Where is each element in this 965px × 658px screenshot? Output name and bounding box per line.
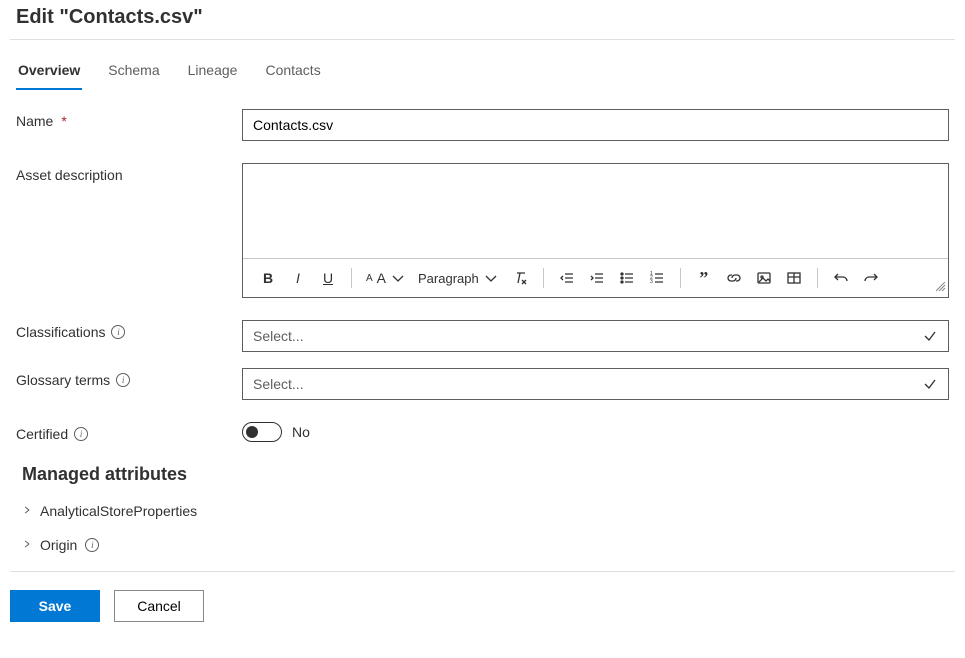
font-size-button[interactable]: AA [360, 263, 412, 293]
required-mark: * [61, 113, 66, 129]
paragraph-style-button[interactable]: Paragraph [412, 263, 505, 293]
info-icon[interactable]: i [85, 538, 99, 552]
classifications-select[interactable]: Select... [242, 320, 949, 352]
chevron-right-icon [22, 504, 32, 518]
glossary-select[interactable]: Select... [242, 368, 949, 400]
tab-overview[interactable]: Overview [16, 56, 82, 90]
underline-button[interactable]: U [313, 263, 343, 293]
toggle-knob [246, 426, 258, 438]
footer-actions: Save Cancel [10, 571, 955, 630]
quote-button[interactable]: ” [689, 263, 719, 293]
italic-button[interactable]: I [283, 263, 313, 293]
tab-bar: Overview Schema Lineage Contacts [10, 40, 955, 91]
select-placeholder: Select... [253, 328, 304, 344]
checkmark-icon [922, 376, 938, 392]
tab-contacts[interactable]: Contacts [263, 56, 322, 90]
image-icon [756, 270, 772, 286]
chevron-right-icon [22, 538, 32, 552]
description-label: Asset description [16, 163, 242, 183]
indent-button[interactable] [582, 263, 612, 293]
outdent-icon [559, 270, 575, 286]
resize-icon [936, 282, 946, 292]
bullet-list-icon [619, 270, 635, 286]
expander-label: AnalyticalStoreProperties [40, 503, 197, 519]
description-textarea[interactable] [243, 164, 948, 258]
info-icon[interactable]: i [116, 373, 130, 387]
separator [817, 268, 818, 288]
svg-text:3: 3 [650, 279, 653, 285]
info-icon[interactable]: i [111, 325, 125, 339]
numbered-list-button[interactable]: 123 [642, 263, 672, 293]
classifications-label: Classifications i [16, 320, 242, 340]
outdent-button[interactable] [552, 263, 582, 293]
image-button[interactable] [749, 263, 779, 293]
redo-button[interactable] [856, 263, 886, 293]
link-icon [726, 270, 742, 286]
chevron-down-icon [390, 270, 406, 286]
table-button[interactable] [779, 263, 809, 293]
link-button[interactable] [719, 263, 749, 293]
separator [680, 268, 681, 288]
clear-format-icon [512, 270, 528, 286]
tab-schema[interactable]: Schema [106, 56, 161, 90]
name-label: Name* [16, 109, 242, 129]
certified-label: Certified i [16, 422, 242, 442]
bullet-list-button[interactable] [612, 263, 642, 293]
expander-origin[interactable]: Origin i [16, 533, 949, 567]
bold-button[interactable]: B [253, 263, 283, 293]
checkmark-icon [922, 328, 938, 344]
certified-value-text: No [292, 424, 310, 440]
undo-icon [833, 270, 849, 286]
overview-form: Name* Asset description B I U [10, 91, 955, 571]
numbered-list-icon: 123 [649, 270, 665, 286]
undo-button[interactable] [826, 263, 856, 293]
glossary-label: Glossary terms i [16, 368, 242, 388]
indent-icon [589, 270, 605, 286]
page-title: Edit "Contacts.csv" [16, 6, 955, 29]
table-icon [786, 270, 802, 286]
info-icon[interactable]: i [74, 427, 88, 441]
chevron-down-icon [483, 270, 499, 286]
description-editor: B I U AA Paragraph [242, 163, 949, 298]
expander-label: Origin [40, 537, 77, 553]
managed-attributes-heading: Managed attributes [22, 464, 949, 485]
quote-icon: ” [699, 273, 708, 284]
clear-formatting-button[interactable] [505, 263, 535, 293]
cancel-button[interactable]: Cancel [114, 590, 204, 622]
name-input[interactable] [242, 109, 949, 141]
tab-lineage[interactable]: Lineage [186, 56, 240, 90]
separator [351, 268, 352, 288]
select-placeholder: Select... [253, 376, 304, 392]
redo-icon [863, 270, 879, 286]
expander-analytical-store-properties[interactable]: AnalyticalStoreProperties [16, 499, 949, 533]
certified-toggle[interactable] [242, 422, 282, 442]
rte-toolbar: B I U AA Paragraph [243, 258, 948, 297]
save-button[interactable]: Save [10, 590, 100, 622]
separator [543, 268, 544, 288]
resize-handle[interactable] [936, 282, 946, 295]
